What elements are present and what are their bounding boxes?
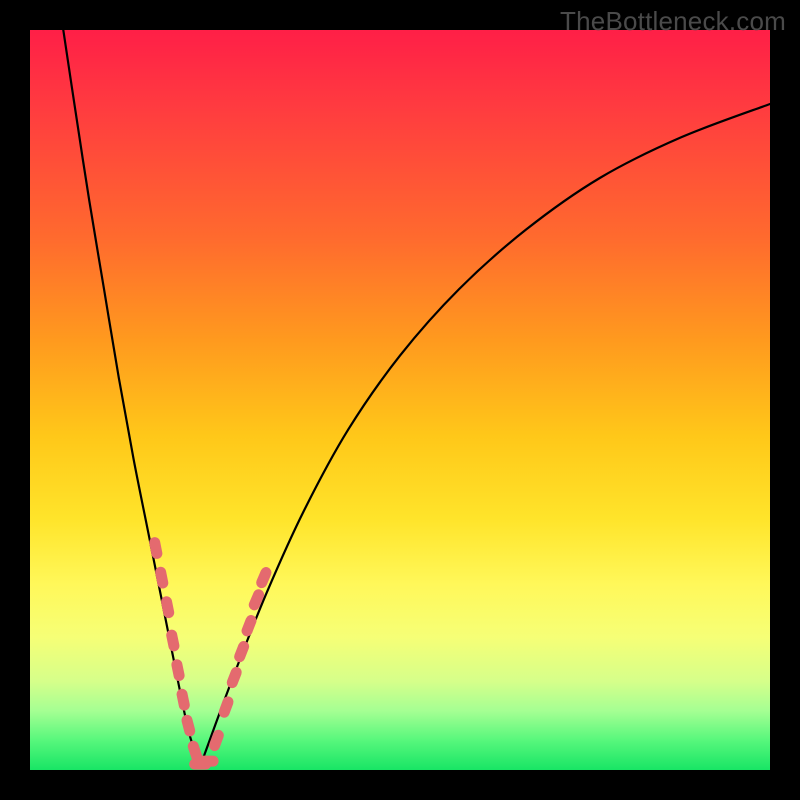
bead-marker [233,639,251,663]
bead-marker [170,658,185,682]
bead-marker [176,688,191,712]
curve-left-branch [63,30,200,766]
bead-marker [225,665,243,689]
bead-marker [154,566,169,590]
bead-marker [148,536,163,560]
bead-marker [160,595,175,619]
watermark-text: TheBottleneck.com [560,6,786,37]
bead-marker [180,714,196,738]
curve-group [63,30,770,766]
bead-marker [165,629,180,653]
chart-frame: TheBottleneck.com [0,0,800,800]
chart-overlay [30,30,770,770]
plot-area [30,30,770,770]
curve-right-branch [200,104,770,766]
bead-marker [197,756,219,767]
